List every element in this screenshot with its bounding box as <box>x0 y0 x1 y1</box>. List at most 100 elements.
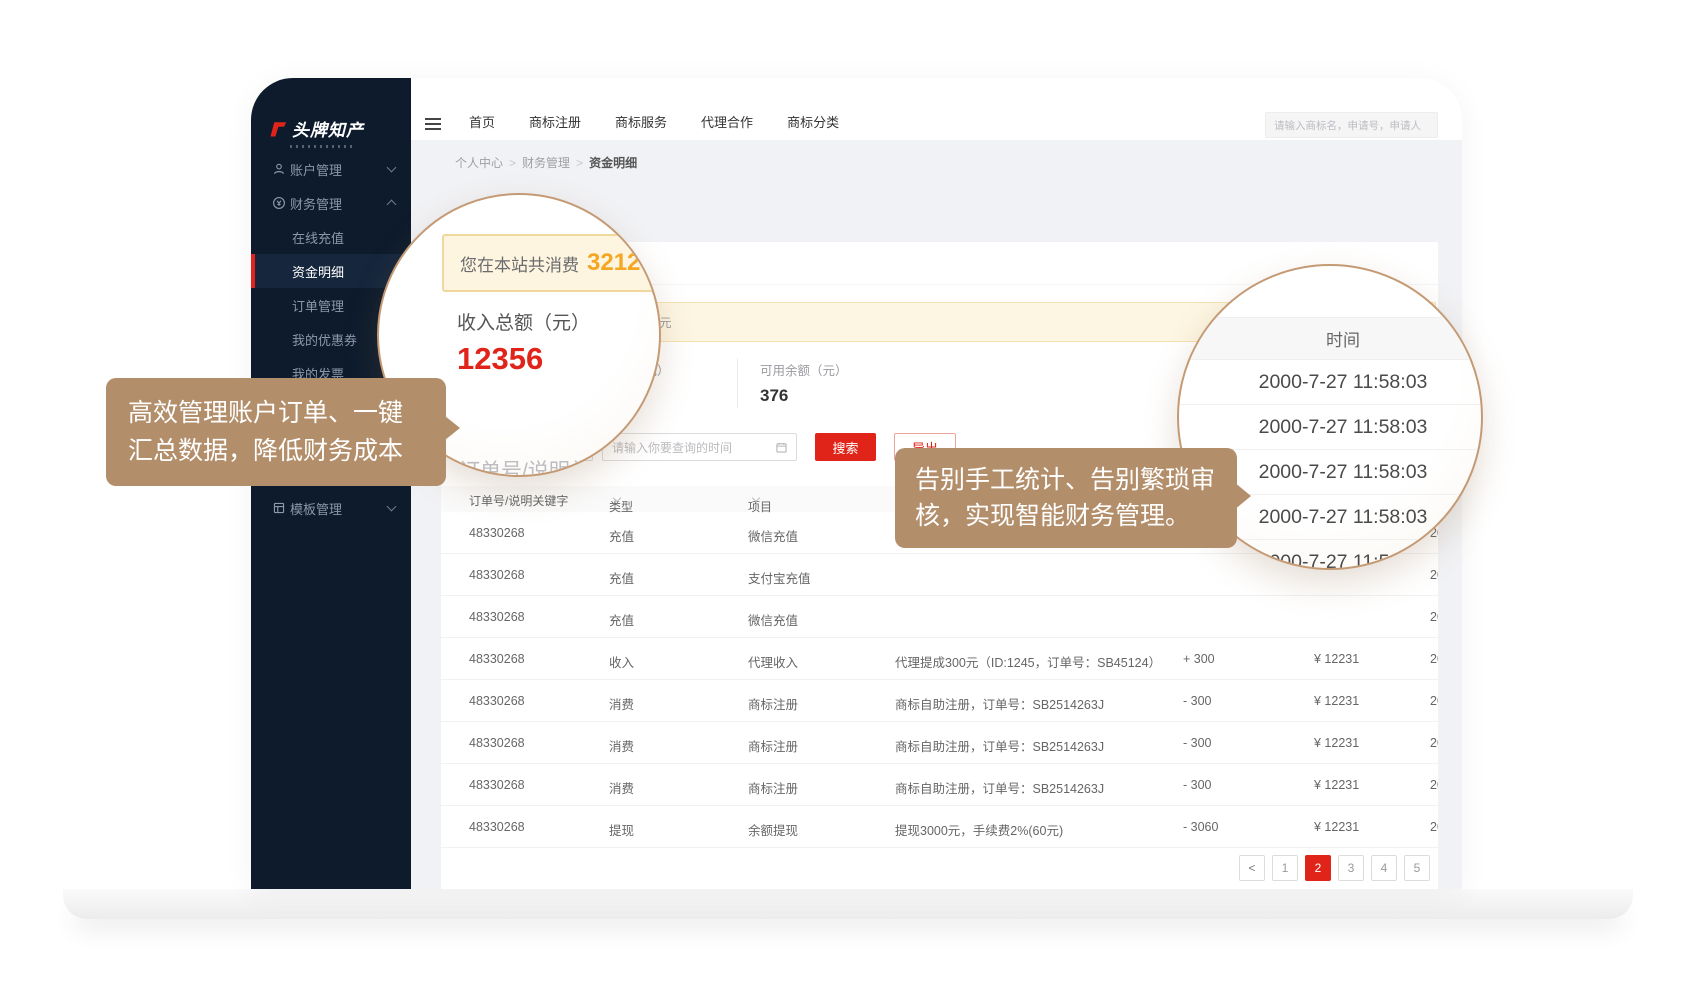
sidebar-item-label: 我的优惠券 <box>292 330 357 349</box>
cell-desc: 商标自助注册，订单号：SB2514263J <box>895 694 1104 713</box>
cell-item: 商标注册 <box>748 694 798 713</box>
chevron-down-icon <box>387 502 397 512</box>
sidebar-item-在线充值[interactable]: 在线充值 <box>251 220 411 254</box>
brand-logo-icon <box>268 120 288 138</box>
nav-item-3[interactable]: 商标服务 <box>615 112 667 131</box>
cell-time: 2000-7-27 11:58:03 <box>1430 778 1438 792</box>
table-row: 48330268消费商标注册商标自助注册，订单号：SB2514263J- 300… <box>441 764 1438 806</box>
cell-item: 代理收入 <box>748 652 798 671</box>
nav-item-1[interactable]: 首页 <box>469 112 495 131</box>
calendar-icon[interactable] <box>776 442 787 453</box>
sidebar-item-财务管理[interactable]: 财务管理 <box>251 186 411 220</box>
cell-type: 充值 <box>609 568 634 587</box>
search-placeholder: 请输入商标名，申请号，申请人 <box>1274 118 1421 133</box>
nav-item-4[interactable]: 代理合作 <box>701 112 753 131</box>
cell-type: 充值 <box>609 526 634 545</box>
brand-subtext <box>290 145 354 148</box>
cell-amt: - 300 <box>1183 736 1212 750</box>
pagination-page-4[interactable]: 4 <box>1371 855 1397 881</box>
sidebar-item-模板管理[interactable]: 模板管理 <box>251 491 411 525</box>
breadcrumb-item-1[interactable]: 个人中心 <box>455 156 503 170</box>
cell-order: 48330268 <box>469 526 525 540</box>
callout-arrow-icon <box>445 416 460 440</box>
callout-right: 告别手工统计、告别繁琐审核，实现智能财务管理。 <box>895 448 1237 548</box>
magnified-time-header: 时间 <box>1179 317 1481 360</box>
chevron-up-icon <box>387 200 397 210</box>
sidebar-item-label: 账户管理 <box>290 160 342 179</box>
stat-balance: 可用余额（元） 376 <box>760 360 848 406</box>
brand-logo[interactable]: 头牌知产 <box>268 116 398 148</box>
sidebar-item-label: 订单管理 <box>292 296 344 315</box>
pagination-page-1[interactable]: 1 <box>1272 855 1298 881</box>
cell-order: 48330268 <box>469 610 525 624</box>
cell-item: 商标注册 <box>748 736 798 755</box>
finance-icon <box>272 196 286 210</box>
breadcrumb-item-3[interactable]: 资金明细 <box>589 156 637 170</box>
menu-icon[interactable] <box>425 118 441 133</box>
header-item[interactable]: 项目 <box>748 492 759 506</box>
pagination-page-2[interactable]: 2 <box>1305 855 1331 881</box>
cell-type: 充值 <box>609 610 634 629</box>
breadcrumb-item-2[interactable]: 财务管理 <box>522 156 570 170</box>
sidebar-item-label: 资金明细 <box>292 262 344 281</box>
callout-left: 高效管理账户订单、一键汇总数据，降低财务成本 <box>106 378 446 486</box>
table-row: 48330268消费商标注册商标自助注册，订单号：SB2514263J- 300… <box>441 722 1438 764</box>
cell-item: 商标注册 <box>748 778 798 797</box>
search-input[interactable]: 请输入商标名，申请号，申请人 <box>1265 112 1438 138</box>
page: 头牌知产 账户管理财务管理在线充值资金明细订单管理我的优惠券我的发票模板管理 首… <box>0 0 1696 1002</box>
table-row: 48330268收入代理收入代理提成300元（ID:1245，订单号：SB451… <box>441 638 1438 680</box>
cell-item: 余额提现 <box>748 820 798 839</box>
sidebar-item-label: 在线充值 <box>292 228 344 247</box>
cell-type: 消费 <box>609 778 634 797</box>
template-icon <box>272 501 286 515</box>
stat-divider <box>737 358 738 408</box>
table-row: 48330268 充值 微信充值 2000-7-27 11:58:03 <box>441 596 1438 638</box>
cell-desc: 提现3000元，手续费2%(60元) <box>895 820 1063 839</box>
cell-bal: ¥ 12231 <box>1314 820 1359 834</box>
cell-bal: ¥ 12231 <box>1314 736 1359 750</box>
sidebar-item-label: 模板管理 <box>290 499 342 518</box>
cell-time: 2000-7-27 11:58:03 <box>1430 610 1438 624</box>
cell-time: 2000-7-27 11:58:03 <box>1430 652 1438 666</box>
cell-amt: - 3060 <box>1183 820 1218 834</box>
pagination-prev-button[interactable]: < <box>1239 855 1265 881</box>
cell-order: 48330268 <box>469 694 525 708</box>
sidebar-item-账户管理[interactable]: 账户管理 <box>251 152 411 186</box>
magnified-income-value: 12356 <box>457 341 543 377</box>
cell-order: 48330268 <box>469 652 525 666</box>
cell-item: 微信充值 <box>748 610 798 629</box>
pagination-page-5[interactable]: 5 <box>1404 855 1430 881</box>
cell-type: 消费 <box>609 694 634 713</box>
cell-order: 48330268 <box>469 820 525 834</box>
cell-desc: 商标自助注册，订单号：SB2514263J <box>895 778 1104 797</box>
cell-time: 2000-7-27 11:58:03 <box>1430 820 1438 834</box>
breadcrumb: 个人中心 > 财务管理 > 资金明细 <box>455 154 637 171</box>
cell-bal: ¥ 12231 <box>1314 778 1359 792</box>
magnified-date-row: 2000-7-27 11:58:03 <box>1179 404 1481 449</box>
cell-desc: 代理提成300元（ID:1245，订单号：SB45124） <box>895 652 1161 671</box>
breadcrumb-separator: > <box>576 156 583 170</box>
brand-name: 头牌知产 <box>292 116 364 141</box>
sidebar-item-label: 财务管理 <box>290 194 342 213</box>
search-button[interactable]: 搜索 <box>815 433 876 461</box>
cell-order: 48330268 <box>469 568 525 582</box>
magnified-date-row: 2000-7-27 11:58:03 <box>1179 360 1481 404</box>
nav-item-2[interactable]: 商标注册 <box>529 112 581 131</box>
laptop-base <box>63 889 1633 919</box>
cell-order: 48330268 <box>469 736 525 750</box>
pagination-page-3[interactable]: 3 <box>1338 855 1364 881</box>
cell-bal: ¥ 12231 <box>1314 652 1359 666</box>
cell-time: 2000-7-27 11:58:03 <box>1430 568 1438 582</box>
cell-amt: - 300 <box>1183 778 1212 792</box>
breadcrumb-separator: > <box>509 156 516 170</box>
cell-type: 消费 <box>609 736 634 755</box>
header-type[interactable]: 类型 <box>609 492 620 506</box>
cell-item: 支付宝充值 <box>748 568 811 587</box>
cell-amt: - 300 <box>1183 694 1212 708</box>
header-order: 订单号/说明关键字 <box>469 492 568 509</box>
magnified-keyword-placeholder: 订单号/说明关键字 <box>459 455 633 477</box>
top-navigation: 首页 商标注册 商标服务 代理合作 商标分类 <box>469 112 839 131</box>
pagination: <12345 <box>1239 855 1430 881</box>
nav-item-5[interactable]: 商标分类 <box>787 112 839 131</box>
cell-type: 提现 <box>609 820 634 839</box>
